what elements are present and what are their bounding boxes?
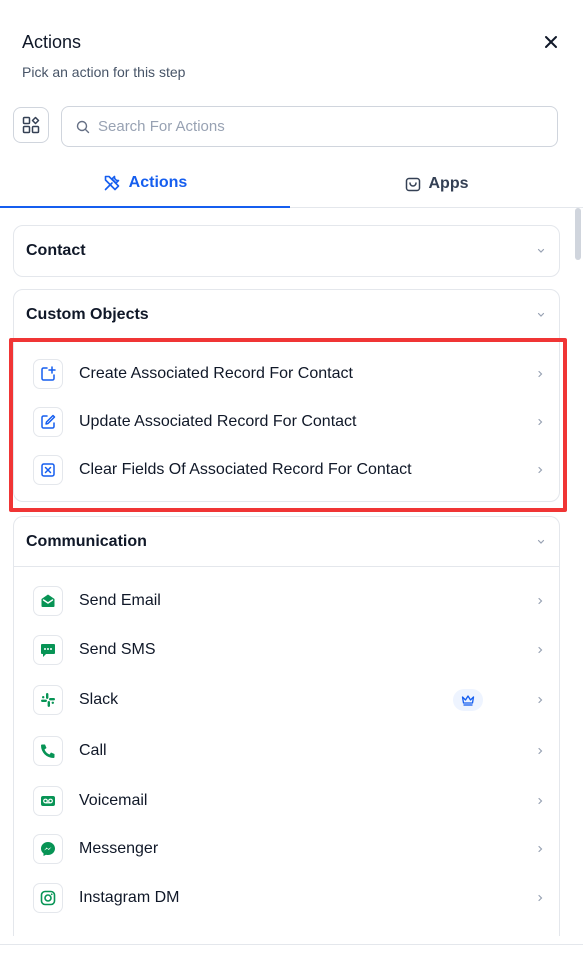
action-create-associated-record[interactable]: Create Associated Record For Contact (14, 350, 559, 398)
action-label: Voicemail (79, 791, 148, 809)
chevron-right-icon (538, 370, 543, 378)
section-custom-objects: Custom Objects Create Associated Record … (13, 289, 560, 502)
section-communication-title: Communication (26, 532, 147, 550)
action-label: Messenger (79, 840, 159, 857)
section-contact-title: Contact (26, 242, 86, 259)
chevron-right-icon (538, 418, 543, 426)
action-send-email[interactable]: Send Email (14, 576, 559, 625)
scrollbar-thumb[interactable] (575, 208, 581, 260)
action-clear-associated-record[interactable]: Clear Fields Of Associated Record For Co… (14, 446, 559, 494)
edit-record-icon (33, 407, 63, 437)
messenger-icon (33, 834, 63, 864)
search-row (13, 106, 558, 147)
action-update-associated-record[interactable]: Update Associated Record For Contact (14, 398, 559, 446)
search-field[interactable] (61, 106, 558, 147)
action-label: Clear Fields Of Associated Record For Co… (79, 461, 412, 478)
view-toggle-button[interactable] (13, 107, 49, 143)
chevron-right-icon (538, 597, 543, 604)
calendar-icon (405, 177, 420, 191)
chevron-right-icon (538, 466, 543, 474)
action-send-sms[interactable]: Send SMS (14, 625, 559, 674)
chevron-down-icon (537, 312, 545, 317)
tab-apps[interactable]: Apps (290, 160, 583, 207)
instagram-icon (33, 883, 63, 913)
close-icon (545, 36, 557, 48)
chevron-down-icon (537, 248, 545, 253)
tab-bar: Actions Apps (0, 160, 583, 208)
sms-icon (33, 634, 63, 665)
chevron-right-icon (538, 646, 543, 653)
section-contact-header[interactable]: Contact (14, 226, 559, 276)
search-input[interactable] (98, 118, 538, 135)
slack-icon (33, 685, 63, 715)
chevron-down-icon (537, 539, 545, 544)
tab-actions[interactable]: Actions (0, 160, 290, 208)
panel-header: Actions Pick an action for this step (22, 30, 561, 82)
panel-bottom-divider (0, 944, 583, 945)
action-label: Call (79, 742, 107, 759)
panel-subtitle: Pick an action for this step (22, 64, 186, 80)
chevron-right-icon (538, 747, 543, 755)
close-button[interactable] (541, 32, 561, 52)
chevron-right-icon (538, 797, 543, 804)
phone-icon (33, 736, 63, 766)
tab-actions-label: Actions (128, 174, 188, 191)
action-label: Send SMS (79, 640, 156, 658)
section-custom-objects-header[interactable]: Custom Objects (14, 290, 559, 340)
section-contact: Contact (13, 225, 560, 277)
action-label: Instagram DM (79, 889, 180, 906)
action-instagram-dm[interactable]: Instagram DM (14, 873, 559, 923)
section-communication: Communication Send Email Send SMS Slack (13, 516, 560, 936)
search-icon (76, 120, 90, 133)
tab-apps-label: Apps (428, 174, 469, 192)
action-label: Create Associated Record For Contact (79, 365, 353, 382)
voicemail-icon (33, 785, 63, 816)
action-call[interactable]: Call (14, 726, 559, 776)
action-messenger[interactable]: Messenger (14, 825, 559, 873)
premium-badge (453, 689, 483, 711)
section-custom-objects-title: Custom Objects (26, 305, 149, 323)
action-slack[interactable]: Slack (14, 674, 559, 726)
panel-title: Actions (22, 32, 82, 52)
action-voicemail[interactable]: Voicemail (14, 776, 559, 825)
chevron-right-icon (538, 894, 543, 902)
action-label: Update Associated Record For Contact (79, 413, 357, 430)
add-record-icon (33, 359, 63, 389)
chevron-right-icon (538, 845, 543, 853)
tools-icon (104, 175, 119, 191)
chevron-right-icon (538, 696, 543, 704)
section-communication-header[interactable]: Communication (14, 517, 559, 567)
clear-record-icon (33, 455, 63, 485)
crown-icon (461, 695, 475, 706)
grid-shapes-icon (22, 116, 40, 134)
action-label: Send Email (79, 591, 161, 609)
email-icon (33, 585, 63, 616)
